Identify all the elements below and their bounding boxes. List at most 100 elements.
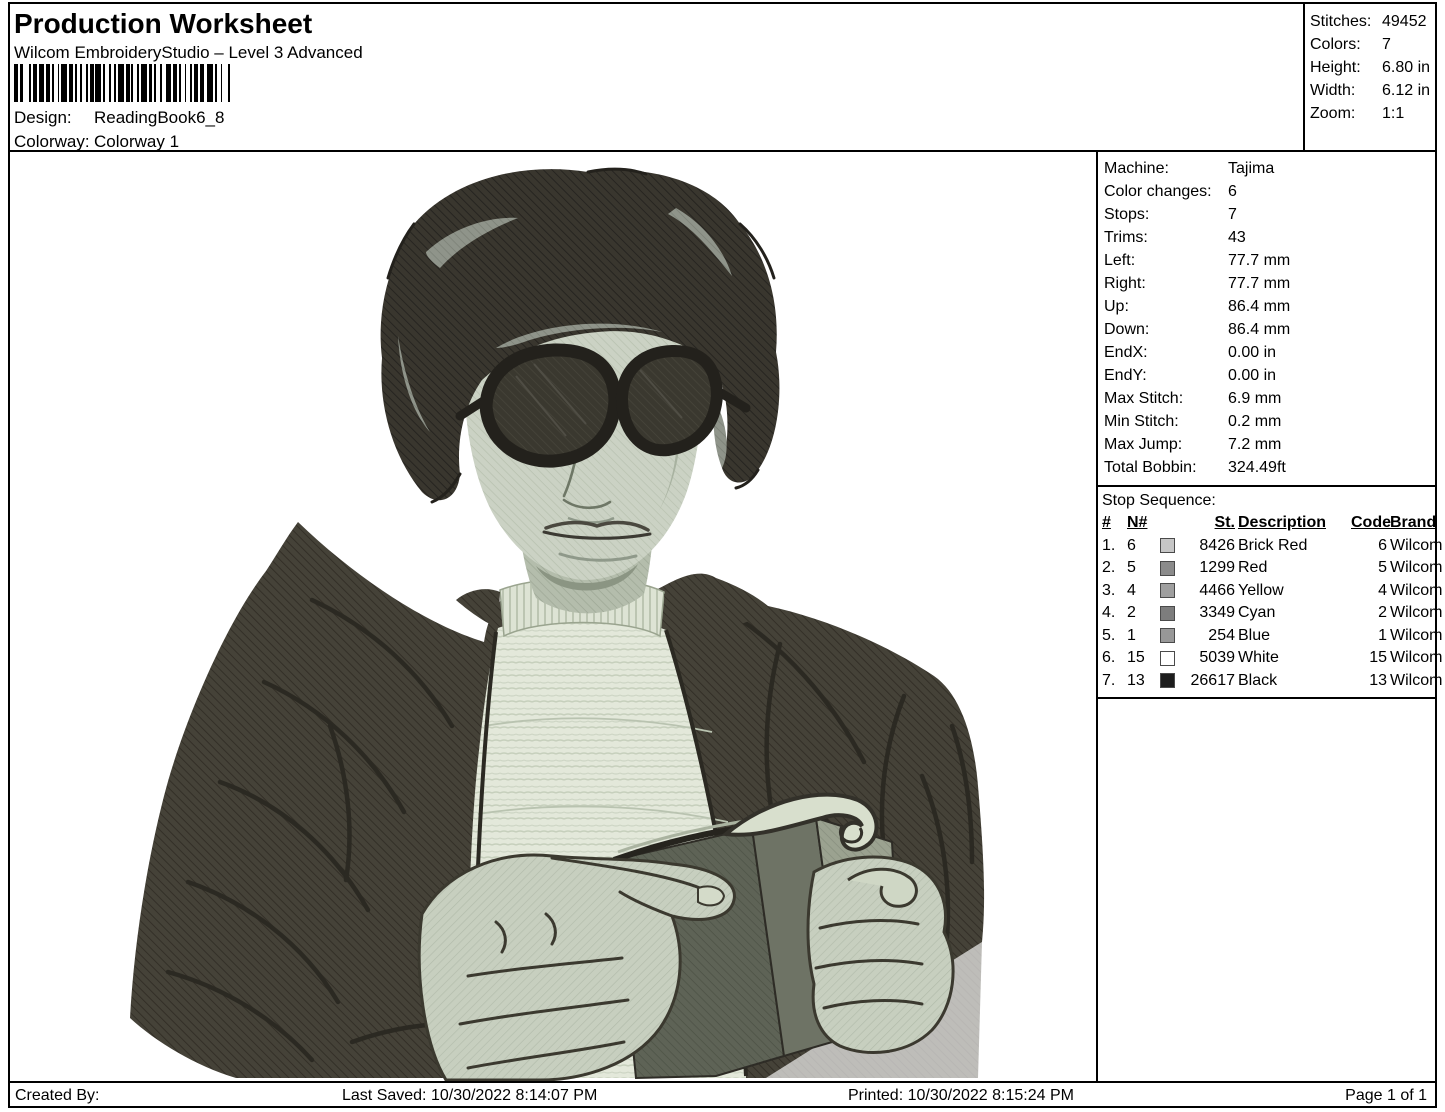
production-worksheet-page: Production Worksheet Wilcom EmbroiderySt…	[8, 2, 1437, 1108]
stop-desc-cell: Black	[1238, 670, 1348, 693]
stop-n-cell: 15	[1127, 647, 1157, 670]
machine-info-row-label: Machine:	[1104, 157, 1228, 180]
swatch-cell	[1160, 561, 1182, 576]
summary-row: Zoom:1:1	[1310, 102, 1435, 125]
thread-color-swatch	[1160, 606, 1175, 621]
machine-info-row-value: 43	[1228, 229, 1246, 246]
stop-code-cell: 2	[1351, 602, 1387, 625]
machine-info-row-label: Min Stitch:	[1104, 410, 1228, 433]
machine-info-row: Right:77.7 mm	[1104, 272, 1435, 295]
machine-info-row-value: 0.2 mm	[1228, 413, 1281, 430]
stop-st-cell: 3349	[1185, 602, 1235, 625]
machine-info-row-value: 7.2 mm	[1228, 436, 1281, 453]
stop-sequence-box: Stop Sequence: # N# St. Description Code…	[1098, 487, 1435, 699]
stop-num-cell: 5.	[1102, 625, 1124, 648]
stop-num-cell: 7.	[1102, 670, 1124, 693]
right-lens	[622, 351, 717, 450]
swatch-cell	[1160, 673, 1182, 688]
barcode-bar	[228, 64, 230, 102]
machine-info-row-value: 0.00 in	[1228, 367, 1276, 384]
stop-sequence-row: 7.1326617Black13Wilcom	[1102, 670, 1435, 693]
machine-info-row-value: 0.00 in	[1228, 344, 1276, 361]
stop-sequence-header: # N# St. Description Code Brand	[1102, 512, 1435, 535]
stop-num-cell: 2.	[1102, 557, 1124, 580]
machine-info-row: EndY:0.00 in	[1104, 364, 1435, 387]
right-hand	[808, 857, 953, 1053]
stop-n-cell: 1	[1127, 625, 1157, 648]
summary-row-label: Zoom:	[1310, 102, 1382, 125]
thread-color-swatch	[1160, 538, 1175, 553]
stop-st-cell: 254	[1185, 625, 1235, 648]
stop-st-cell: 5039	[1185, 647, 1235, 670]
machine-info-row-label: Max Stitch:	[1104, 387, 1228, 410]
machine-info-row-label: EndX:	[1104, 341, 1228, 364]
stop-n-cell: 5	[1127, 557, 1157, 580]
machine-info-row: Max Stitch:6.9 mm	[1104, 387, 1435, 410]
machine-info-row: Min Stitch:0.2 mm	[1104, 410, 1435, 433]
page-title: Production Worksheet	[14, 8, 1303, 40]
stop-st-cell: 4466	[1185, 580, 1235, 603]
stop-st-cell: 8426	[1185, 535, 1235, 558]
header-left: Production Worksheet Wilcom EmbroiderySt…	[10, 4, 1303, 150]
summary-row-value: 6.12 in	[1382, 82, 1430, 99]
stop-desc-cell: Cyan	[1238, 602, 1348, 625]
stop-desc-cell: Blue	[1238, 625, 1348, 648]
colorway-label: Colorway:	[14, 131, 94, 153]
machine-info-row: Up:86.4 mm	[1104, 295, 1435, 318]
stop-desc-cell: Yellow	[1238, 580, 1348, 603]
swatch-cell	[1160, 606, 1182, 621]
stop-st-cell: 1299	[1185, 557, 1235, 580]
swatch-cell	[1160, 538, 1182, 553]
machine-info-row-value: 7	[1228, 206, 1237, 223]
thread-color-swatch	[1160, 673, 1175, 688]
left-lens	[486, 350, 615, 461]
machine-info-row-value: 6	[1228, 183, 1237, 200]
machine-info-row-label: Color changes:	[1104, 180, 1228, 203]
stop-code-cell: 1	[1351, 625, 1387, 648]
stop-num-cell: 3.	[1102, 580, 1124, 603]
last-saved-text: Last Saved: 10/30/2022 8:14:07 PM	[342, 1085, 597, 1106]
design-row: Design:ReadingBook6_8	[14, 107, 224, 129]
machine-info-row-value: 86.4 mm	[1228, 321, 1290, 338]
summary-row: Width:6.12 in	[1310, 79, 1435, 102]
machine-info-row: Down:86.4 mm	[1104, 318, 1435, 341]
summary-row-label: Height:	[1310, 56, 1382, 79]
stop-n-cell: 13	[1127, 670, 1157, 693]
stop-num-cell: 6.	[1102, 647, 1124, 670]
stop-sequence-rows: 1.68426Brick Red6Wilcom2.51299Red5Wilcom…	[1102, 535, 1435, 693]
swatch-cell	[1160, 583, 1182, 598]
machine-info-box: Machine:TajimaColor changes:6Stops:7Trim…	[1098, 152, 1435, 487]
machine-info-row: Trims:43	[1104, 226, 1435, 249]
design-summary-box: Stitches:49452Colors:7Height:6.80 inWidt…	[1303, 4, 1435, 152]
thread-color-swatch	[1160, 651, 1175, 666]
stop-brand-cell: Wilcom	[1390, 625, 1445, 648]
swatch-cell	[1160, 628, 1182, 643]
stop-sequence-row: 2.51299Red5Wilcom	[1102, 557, 1435, 580]
summary-row: Stitches:49452	[1310, 10, 1435, 33]
thread-color-swatch	[1160, 561, 1175, 576]
design-value: ReadingBook6_8	[94, 108, 224, 127]
stop-brand-cell: Wilcom	[1390, 535, 1445, 558]
machine-info-row: Max Jump:7.2 mm	[1104, 433, 1435, 456]
machine-info-row: Machine:Tajima	[1104, 157, 1435, 180]
thread-color-swatch	[1160, 583, 1175, 598]
stop-sequence-row: 6.155039White15Wilcom	[1102, 647, 1435, 670]
machine-info-row: Left:77.7 mm	[1104, 249, 1435, 272]
stop-num-cell: 1.	[1102, 535, 1124, 558]
summary-row: Height:6.80 in	[1310, 56, 1435, 79]
printed-text: Printed: 10/30/2022 8:15:24 PM	[848, 1085, 1074, 1106]
stop-brand-cell: Wilcom	[1390, 670, 1445, 693]
summary-row: Colors:7	[1310, 33, 1435, 56]
stop-sequence-row: 5.1254Blue1Wilcom	[1102, 625, 1435, 648]
summary-row-label: Width:	[1310, 79, 1382, 102]
machine-info-row-value: 77.7 mm	[1228, 275, 1290, 292]
stop-code-cell: 6	[1351, 535, 1387, 558]
design-label: Design:	[14, 107, 94, 129]
page-number: Page 1 of 1	[1345, 1085, 1427, 1106]
machine-info-row-label: Up:	[1104, 295, 1228, 318]
summary-row-label: Colors:	[1310, 33, 1382, 56]
machine-info-row-label: Left:	[1104, 249, 1228, 272]
stop-n-cell: 4	[1127, 580, 1157, 603]
sunglasses	[460, 350, 746, 461]
machine-info-row-value: 77.7 mm	[1228, 252, 1290, 269]
